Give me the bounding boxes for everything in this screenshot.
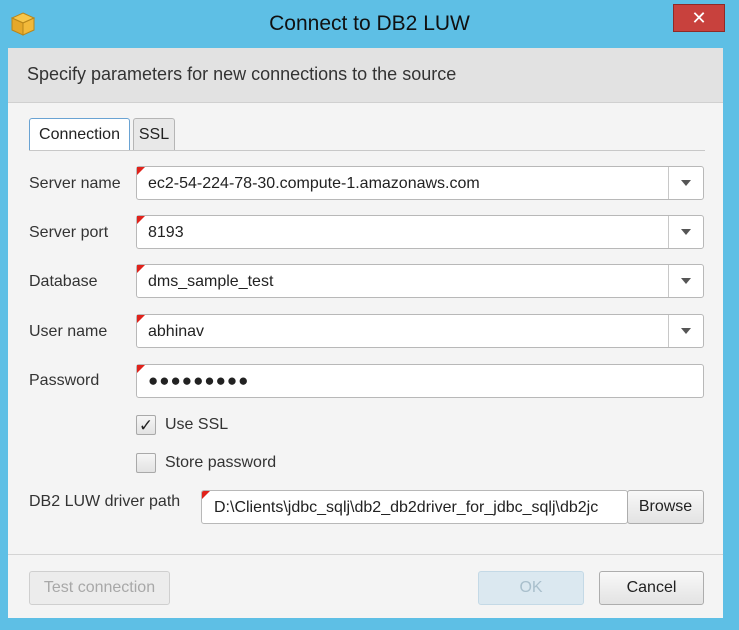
store-password-checkbox[interactable] [136, 453, 156, 473]
driver-path-label: DB2 LUW driver path [29, 493, 181, 510]
title-bar[interactable]: Connect to DB2 LUW ✕ [0, 0, 739, 48]
server-name-value: ec2-54-224-78-30.compute-1.amazonaws.com [148, 175, 480, 192]
store-password-label: Store password [165, 454, 277, 471]
required-marker [137, 265, 145, 273]
server-port-combo[interactable]: 8193 [136, 215, 704, 249]
user-name-dropdown-button[interactable] [668, 315, 703, 347]
driver-path-field[interactable]: D:\Clients\jdbc_sqlj\db2_db2driver_for_j… [201, 490, 628, 524]
database-value: dms_sample_test [148, 273, 274, 290]
use-ssl-option[interactable]: ✓ Use SSL [136, 415, 228, 435]
browse-button[interactable]: Browse [627, 490, 704, 524]
server-port-value: 8193 [148, 224, 184, 241]
tab-ssl[interactable]: SSL [133, 118, 175, 151]
tab-label: SSL [138, 126, 170, 143]
required-marker [137, 167, 145, 175]
tab-divider [29, 150, 705, 151]
chevron-down-icon [681, 278, 691, 284]
database-dropdown-button[interactable] [668, 265, 703, 297]
use-ssl-checkbox[interactable]: ✓ [136, 415, 156, 435]
header-banner: Specify parameters for new connections t… [8, 48, 723, 103]
required-marker [137, 365, 145, 373]
close-button[interactable]: ✕ [673, 4, 725, 32]
required-marker [137, 216, 145, 224]
checkmark-icon: ✓ [138, 415, 154, 435]
password-field[interactable]: ●●●●●●●●● [136, 364, 704, 398]
test-connection-button[interactable]: Test connection [29, 571, 170, 605]
driver-path-value: D:\Clients\jdbc_sqlj\db2_db2driver_for_j… [214, 499, 599, 516]
database-combo[interactable]: dms_sample_test [136, 264, 704, 298]
window-title: Connect to DB2 LUW [269, 12, 470, 35]
server-port-dropdown-button[interactable] [668, 216, 703, 248]
footer-divider [8, 554, 723, 555]
password-label: Password [29, 372, 100, 389]
dialog-body: Specify parameters for new connections t… [8, 48, 723, 618]
server-name-dropdown-button[interactable] [668, 167, 703, 199]
chevron-down-icon [681, 328, 691, 334]
use-ssl-label: Use SSL [165, 416, 229, 433]
tab-connection[interactable]: Connection [29, 118, 130, 151]
required-marker [137, 315, 145, 323]
database-label: Database [29, 273, 98, 290]
ok-button[interactable]: OK [478, 571, 584, 605]
close-icon: ✕ [691, 7, 707, 28]
server-port-label: Server port [29, 224, 109, 241]
server-name-combo[interactable]: ec2-54-224-78-30.compute-1.amazonaws.com [136, 166, 704, 200]
store-password-option[interactable]: Store password [136, 453, 276, 473]
server-name-label: Server name [29, 175, 121, 192]
user-name-combo[interactable]: abhinav [136, 314, 704, 348]
cancel-button[interactable]: Cancel [599, 571, 704, 605]
banner-text: Specify parameters for new connections t… [27, 64, 457, 84]
tab-label: Connection [39, 126, 120, 143]
chevron-down-icon [681, 180, 691, 186]
chevron-down-icon [681, 229, 691, 235]
user-name-value: abhinav [148, 323, 205, 340]
password-value: ●●●●●●●●● [148, 371, 250, 390]
user-name-label: User name [29, 323, 108, 340]
required-marker [202, 491, 210, 499]
dialog-window: Connect to DB2 LUW ✕ Specify parameters … [0, 0, 739, 630]
